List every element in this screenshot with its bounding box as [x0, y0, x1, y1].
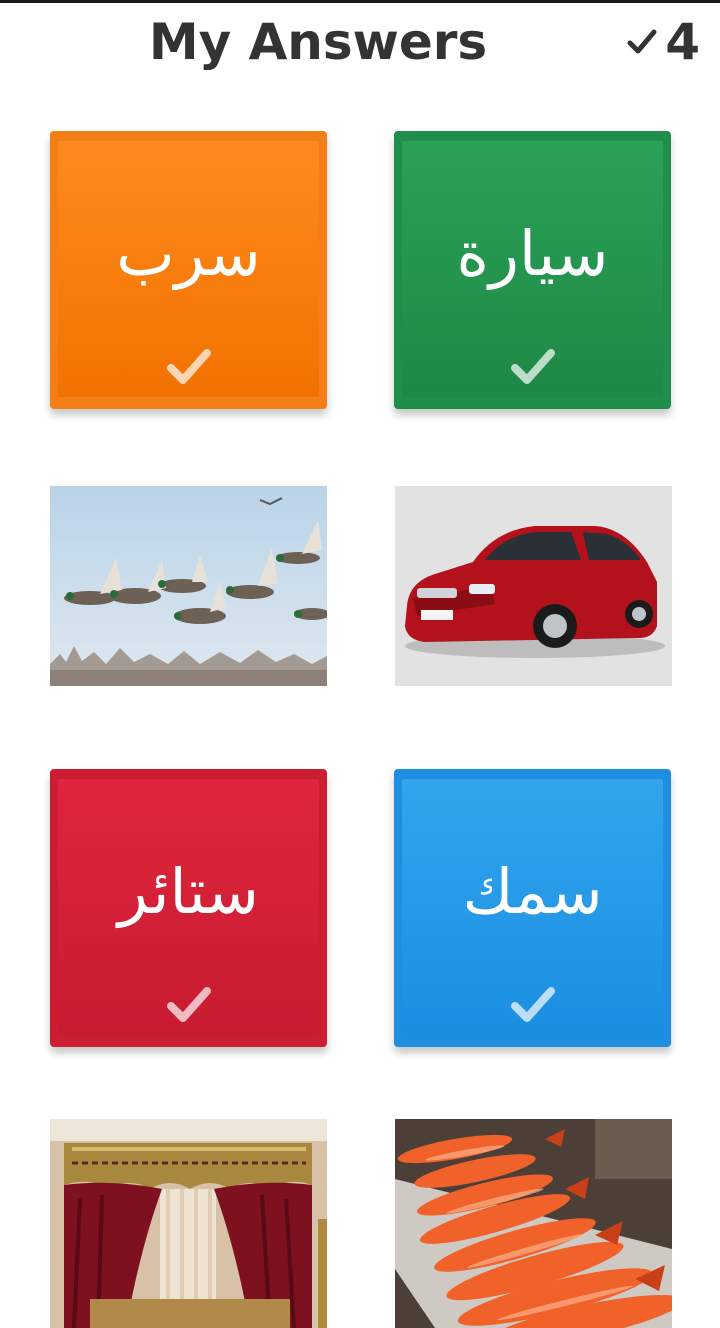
answer-word: سمك — [462, 855, 603, 928]
answer-word: سيارة — [456, 217, 609, 290]
checkmark-icon — [510, 347, 556, 391]
checkmark-icon — [627, 27, 657, 57]
checkmark-icon — [510, 985, 556, 1029]
photo-fish[interactable] — [395, 1119, 672, 1328]
score-value: 4 — [665, 13, 700, 71]
answer-tile-sirb[interactable]: سرب — [50, 131, 327, 409]
answer-tile-sataer[interactable]: ستائر — [50, 769, 327, 1047]
page-title: My Answers — [148, 13, 488, 71]
checkmark-icon — [166, 985, 212, 1029]
answers-screen: My Answers 4 سرب سيارة ستائر سمك — [0, 0, 720, 1328]
photo-curtains[interactable] — [50, 1119, 327, 1328]
answer-tile-sayyara[interactable]: سيارة — [394, 131, 671, 409]
photo-ducks[interactable] — [50, 486, 327, 686]
checkmark-icon — [166, 347, 212, 391]
score-counter: 4 — [627, 10, 700, 74]
answer-word: ستائر — [117, 855, 259, 928]
answer-tile-samak[interactable]: سمك — [394, 769, 671, 1047]
answer-word: سرب — [116, 217, 261, 290]
photo-car[interactable] — [395, 486, 672, 686]
status-divider — [0, 0, 720, 3]
